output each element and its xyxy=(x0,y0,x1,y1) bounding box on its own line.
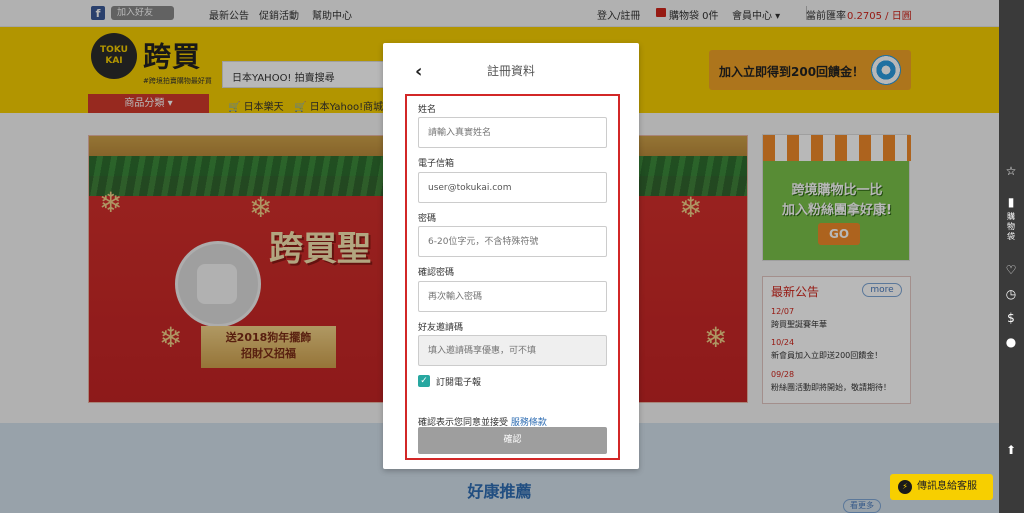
confirm-password-input[interactable] xyxy=(418,281,607,312)
confirm-button[interactable]: 確認 xyxy=(418,427,607,454)
email-label: 電子信箱 xyxy=(418,159,455,169)
arrow-up-icon[interactable]: ⬆ xyxy=(1004,443,1018,457)
bag-icon[interactable]: ▮ xyxy=(1004,195,1018,209)
registration-modal: ‹ 註冊資料 姓名 電子信箱 密碼 確認密碼 好友邀請碼 ✓ 訂閱電子報 確認表… xyxy=(383,43,639,469)
invite-code-input[interactable] xyxy=(418,335,607,366)
registration-form: 姓名 電子信箱 密碼 確認密碼 好友邀請碼 ✓ 訂閱電子報 確認表示您同意並接受… xyxy=(405,94,620,460)
name-input[interactable] xyxy=(418,117,607,148)
modal-title: 註冊資料 xyxy=(486,64,535,78)
clock-icon[interactable]: ◷ xyxy=(1004,287,1018,301)
password-input[interactable] xyxy=(418,226,607,257)
confirm-password-label: 確認密碼 xyxy=(418,268,455,278)
messenger-icon: ⚡ xyxy=(898,480,912,494)
heart-icon[interactable]: ♡ xyxy=(1004,263,1018,277)
right-sidebar: ☆ ▮ 購物袋 ♡ ◷ $ ● ⬆ xyxy=(999,0,1024,513)
chat-label: 傳訊息給客服 xyxy=(917,481,977,492)
newsletter-checkbox[interactable]: ✓ xyxy=(418,375,430,387)
newsletter-label[interactable]: 訂閱電子報 xyxy=(436,375,481,388)
customer-service-chat-button[interactable]: ⚡ 傳訊息給客服 xyxy=(890,474,993,500)
name-label: 姓名 xyxy=(418,105,437,115)
star-icon[interactable]: ☆ xyxy=(1004,164,1018,178)
bag-label: 購物袋 xyxy=(1007,212,1015,241)
invite-code-label: 好友邀請碼 xyxy=(418,323,464,333)
email-input[interactable] xyxy=(418,172,607,203)
password-label: 密碼 xyxy=(418,214,437,224)
user-icon[interactable]: ● xyxy=(1004,335,1018,349)
dollar-icon[interactable]: $ xyxy=(1004,311,1018,325)
